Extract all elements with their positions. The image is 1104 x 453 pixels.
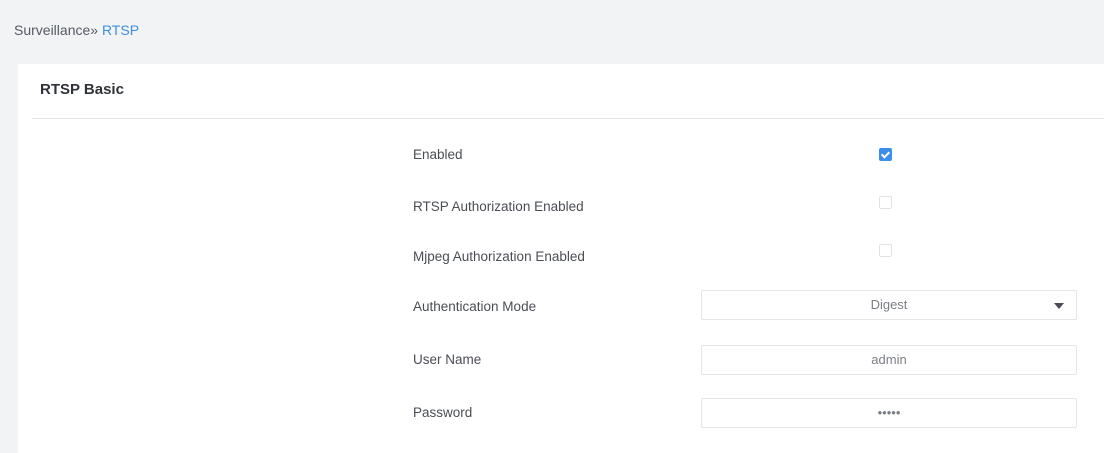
enabled-label: Enabled <box>413 147 463 162</box>
password-input[interactable]: ••••• <box>701 398 1077 428</box>
password-label: Password <box>413 405 473 420</box>
chevron-down-icon <box>1054 303 1064 309</box>
user-name-input[interactable]: admin <box>701 345 1077 375</box>
breadcrumb-separator: » <box>90 22 99 38</box>
section-title: RTSP Basic <box>40 81 124 98</box>
mjpeg-authorization-checkbox[interactable] <box>879 244 892 257</box>
authentication-mode-value: Digest <box>870 297 908 312</box>
rtsp-basic-panel: RTSP Basic Enabled RTSP Authorization En… <box>18 64 1104 453</box>
section-divider <box>32 118 1104 119</box>
rtsp-authorization-checkbox[interactable] <box>879 196 892 209</box>
enabled-checkbox[interactable] <box>879 148 892 161</box>
rtsp-authorization-label: RTSP Authorization Enabled <box>413 199 584 214</box>
mjpeg-authorization-label: Mjpeg Authorization Enabled <box>413 249 585 264</box>
authentication-mode-select[interactable]: Digest <box>701 290 1077 320</box>
breadcrumb-parent[interactable]: Surveillance <box>14 22 90 38</box>
authentication-mode-label: Authentication Mode <box>413 299 537 314</box>
breadcrumb: Surveillance» RTSP <box>14 22 139 38</box>
page: Surveillance» RTSP RTSP Basic Enabled RT… <box>0 0 1104 453</box>
user-name-label: User Name <box>413 352 482 367</box>
breadcrumb-current[interactable]: RTSP <box>102 22 139 38</box>
